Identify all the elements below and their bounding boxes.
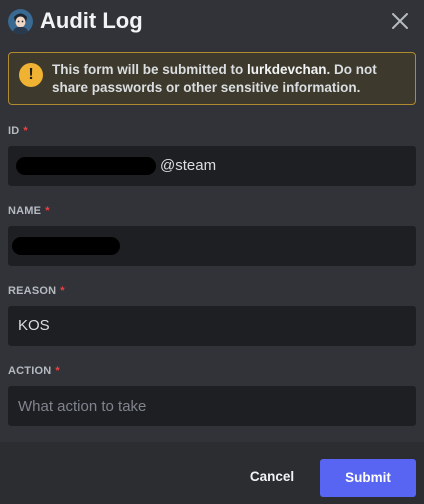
name-label-text: NAME (8, 205, 42, 217)
name-label: NAME * (8, 204, 50, 218)
warning-text-before: This form will be submitted to (52, 62, 248, 77)
reason-field[interactable]: KOS (8, 306, 416, 346)
warning-text: This form will be submitted to lurkdevch… (52, 61, 410, 97)
character-avatar-icon (8, 9, 33, 34)
warning-app-name: lurkdevchan (247, 62, 327, 77)
reason-label-text: REASON (8, 285, 57, 297)
id-redaction (16, 157, 156, 175)
modal-header: Audit Log (0, 0, 424, 44)
modal-title: Audit Log (40, 8, 143, 33)
modal-footer: Cancel Submit (0, 442, 424, 504)
action-label: ACTION * (8, 364, 60, 378)
id-field[interactable]: @steam (8, 146, 416, 186)
name-redaction (12, 237, 120, 255)
action-label-text: ACTION (8, 365, 52, 377)
action-input[interactable] (18, 386, 416, 426)
reason-label: REASON * (8, 284, 65, 298)
exclamation-icon: ! (19, 63, 43, 87)
audit-log-modal: Audit Log ! This form will be submitted … (0, 0, 424, 504)
reason-value: KOS (18, 317, 50, 334)
name-field[interactable] (8, 226, 416, 266)
name-required-mark: * (45, 205, 50, 217)
action-required-mark: * (55, 365, 60, 377)
reason-required-mark: * (60, 285, 65, 297)
id-label: ID * (8, 124, 28, 138)
action-field[interactable] (8, 386, 416, 426)
submit-button[interactable]: Submit (320, 459, 416, 497)
id-required-mark: * (23, 125, 28, 137)
warning-banner: ! This form will be submitted to lurkdev… (8, 52, 416, 105)
id-label-text: ID (8, 125, 20, 137)
cancel-button[interactable]: Cancel (232, 462, 312, 492)
close-icon[interactable] (387, 8, 413, 34)
id-value-suffix: @steam (160, 157, 217, 174)
